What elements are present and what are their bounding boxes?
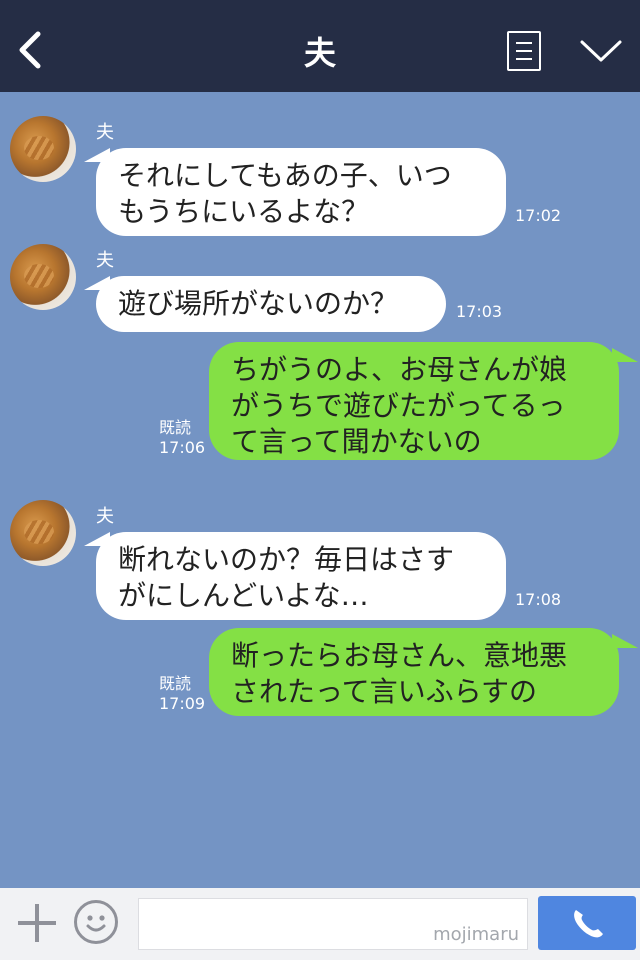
message-line: ちがうのよ、お母さんが娘 [231, 353, 568, 386]
plus-icon[interactable] [16, 902, 58, 944]
avatar[interactable] [10, 116, 76, 182]
message-input[interactable]: mojimaru [138, 898, 528, 950]
sender-name: 夫 [96, 506, 114, 527]
message-line: がうちで遊びたがってるっ [231, 389, 566, 422]
message-bubble[interactable]: 断ったらお母さん、意地悪 されたって言いふらすの [209, 628, 619, 716]
timestamp: 17:02 [515, 206, 562, 225]
header-bar: 夫 [0, 0, 640, 92]
chevron-down-icon[interactable] [578, 36, 624, 66]
input-bar: mojimaru [0, 888, 640, 960]
call-button[interactable] [538, 896, 636, 950]
watermark: mojimaru [433, 924, 519, 945]
chat-title: 夫 [303, 34, 336, 72]
timestamp: 17:09 [159, 694, 206, 713]
message-line: それにしてもあの子、いつ [118, 159, 452, 192]
timestamp: 17:08 [515, 590, 562, 609]
message-line: 断れないのか？毎日はさす [118, 543, 455, 576]
message-line: て言って聞かないの [231, 425, 482, 458]
bubble-tail [612, 348, 638, 362]
message-line: 断ったらお母さん、意地悪 [231, 639, 568, 672]
read-label: 既読 [159, 418, 192, 437]
sender-name: 夫 [96, 122, 114, 143]
message-line: 遊び場所がないのか？ [118, 287, 399, 320]
read-receipt: 既読 17:06 [159, 418, 205, 458]
message-line: がにしんどいよな… [118, 579, 369, 612]
message-bubble[interactable]: 遊び場所がないのか？ [96, 276, 446, 332]
read-receipt: 既読 17:09 [159, 674, 205, 714]
chat-area[interactable]: 夫 それにしてもあの子、いつ もうちにいるよな？ 17:02 夫 遊び場所がない… [0, 92, 640, 888]
phone-icon [574, 910, 603, 938]
message-bubble[interactable]: 断れないのか？毎日はさす がにしんどいよな… [96, 532, 506, 620]
message-bubble[interactable]: それにしてもあの子、いつ もうちにいるよな？ [96, 148, 506, 236]
bubble-tail [612, 634, 638, 648]
timestamp: 17:06 [159, 438, 206, 457]
avatar[interactable] [10, 500, 76, 566]
avatar[interactable] [10, 244, 76, 310]
message-bubble[interactable]: ちがうのよ、お母さんが娘 がうちで遊びたがってるっ て言って聞かないの [209, 342, 619, 460]
timestamp: 17:03 [456, 302, 503, 321]
smile-icon[interactable] [74, 900, 118, 944]
message-line: もうちにいるよな？ [118, 195, 370, 228]
sender-name: 夫 [96, 250, 114, 271]
note-icon[interactable] [507, 31, 541, 71]
read-label: 既読 [159, 674, 192, 693]
message-line: されたって言いふらすの [231, 675, 538, 708]
